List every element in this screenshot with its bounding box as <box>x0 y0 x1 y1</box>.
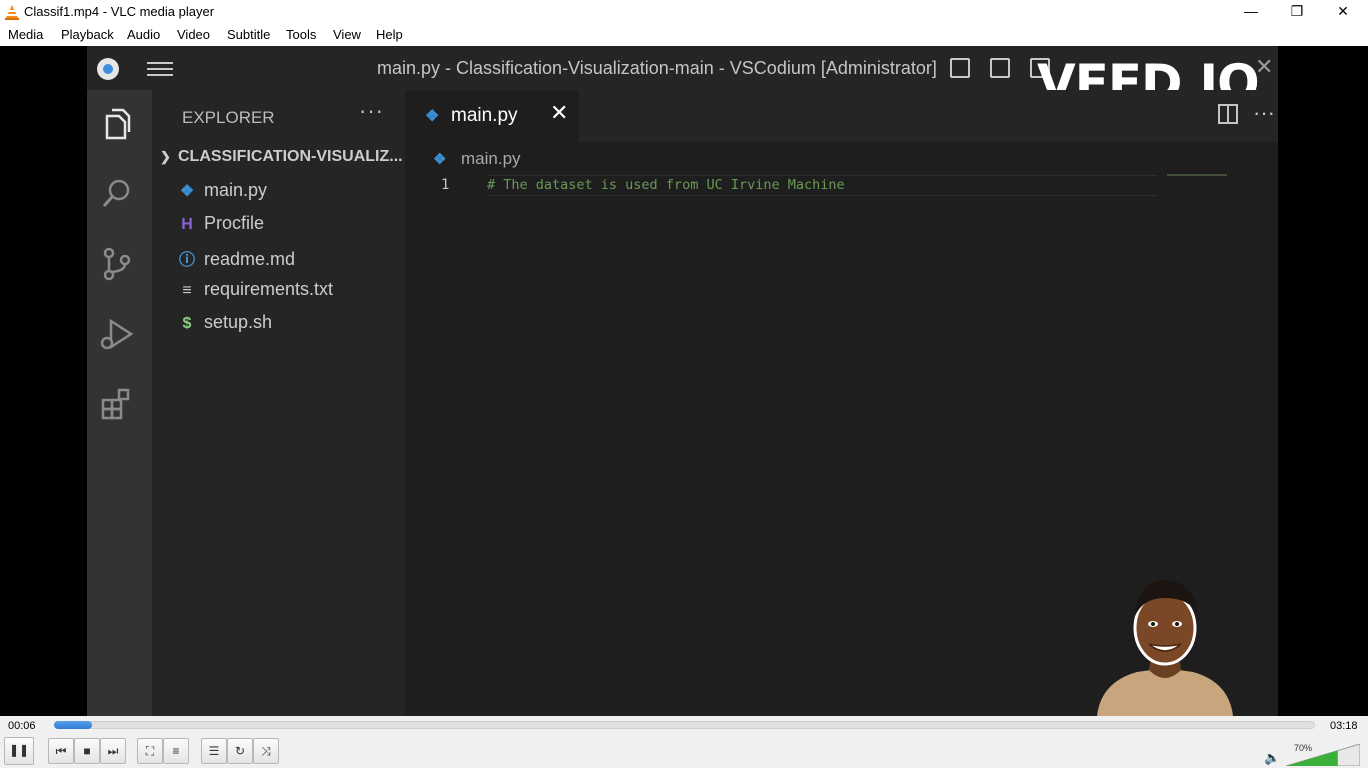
vscode-window-title: main.py - Classification-Visualization-m… <box>377 58 937 78</box>
previous-button[interactable]: ⏮ <box>48 738 74 764</box>
stop-button[interactable]: ■ <box>74 738 100 764</box>
restore-button[interactable]: ❐ <box>1274 0 1320 24</box>
file-name: setup.sh <box>204 312 273 332</box>
seek-bar[interactable] <box>54 721 1315 729</box>
explorer-more-icon: ··· <box>359 98 384 123</box>
video-frame-vscodium: main.py - Classification-Visualization-m… <box>87 46 1278 716</box>
explorer-icon <box>105 108 131 140</box>
menu-help[interactable]: Help <box>376 27 403 42</box>
time-elapsed: 00:06 <box>8 720 36 732</box>
file-name: main.py <box>204 180 268 200</box>
close-button[interactable]: ✕ <box>1320 0 1366 24</box>
file-name: Procfile <box>204 213 265 233</box>
menu-playback[interactable]: Playback <box>61 27 114 42</box>
folder-name: CLASSIFICATION-VISUALIZ... <box>178 148 403 165</box>
seek-bar-progress <box>54 721 92 729</box>
python-icon: ❖ <box>433 151 447 168</box>
fullscreen-button[interactable]: ⛶ <box>137 738 163 764</box>
file-name: requirements.txt <box>204 279 334 299</box>
toggle-sidebar-icon <box>950 58 970 78</box>
time-total: 03:18 <box>1330 720 1358 732</box>
tab-main-py: ❖ main.py ✕ <box>405 90 579 142</box>
split-editor-icon <box>1218 104 1238 124</box>
menu-view[interactable]: View <box>333 27 361 42</box>
volume-percent: 70% <box>1294 743 1313 753</box>
menu-audio[interactable]: Audio <box>127 27 160 42</box>
editor-more-icon: ··· <box>1253 100 1275 125</box>
speaker-icon[interactable]: 🔈 <box>1264 750 1280 766</box>
info-icon: ⓘ <box>178 252 195 269</box>
code-line: # The dataset is used from UC Irvine Mac… <box>487 177 845 193</box>
python-icon: ❖ <box>179 183 195 200</box>
presenter-avatar <box>1097 580 1233 716</box>
minimize-button[interactable]: — <box>1228 0 1274 24</box>
extended-settings-button[interactable]: ≡ <box>163 738 189 764</box>
menu-tools[interactable]: Tools <box>286 27 316 42</box>
file-item: ⓘ readme.md <box>176 246 295 276</box>
explorer-title: EXPLORER <box>182 108 275 127</box>
source-control-icon <box>103 247 131 281</box>
close-icon: ✕ <box>550 100 569 125</box>
hamburger-menu-icon <box>147 60 175 78</box>
heroku-icon: H <box>181 216 193 233</box>
activity-bar <box>87 90 152 716</box>
file-item: H Procfile <box>176 213 264 243</box>
run-debug-icon <box>100 318 134 350</box>
menu-media[interactable]: Media <box>8 27 43 42</box>
playlist-button[interactable]: ☰ <box>201 738 227 764</box>
vlc-cone-icon <box>5 5 19 20</box>
shuffle-button[interactable]: ⤨ <box>253 738 279 764</box>
lines-icon: ≡ <box>182 282 192 299</box>
pause-button[interactable]: ❚❚ <box>4 737 34 765</box>
tab-label: main.py <box>451 105 518 126</box>
menu-subtitle[interactable]: Subtitle <box>227 27 270 42</box>
toggle-panel-icon <box>990 58 1010 78</box>
dollar-icon: $ <box>182 315 192 332</box>
explorer-sidebar: EXPLORER ··· ❯ CLASSIFICATION-VISUALIZ...… <box>152 90 405 716</box>
line-number: 1 <box>441 177 450 193</box>
vscodium-logo-icon <box>97 58 119 80</box>
file-name: readme.md <box>204 249 296 269</box>
next-button[interactable]: ⏭ <box>100 738 126 764</box>
minimap <box>1167 174 1227 176</box>
menu-video[interactable]: Video <box>177 27 210 42</box>
file-item: ≡ requirements.txt <box>176 279 333 309</box>
file-item: $ setup.sh <box>176 312 273 342</box>
python-icon: ❖ <box>425 108 440 125</box>
extensions-icon <box>101 388 130 420</box>
loop-button[interactable]: ↻ <box>227 738 253 764</box>
breadcrumb: main.py <box>461 149 521 168</box>
chevron-down-icon: ❯ <box>160 149 171 164</box>
window-title: Classif1.mp4 - VLC media player <box>24 4 215 19</box>
search-icon <box>102 179 130 207</box>
folder-row: ❯ CLASSIFICATION-VISUALIZ... <box>160 148 403 166</box>
editor-tab-bar: ❖ main.py ✕ ··· <box>405 90 1278 142</box>
file-item: ❖ main.py <box>176 180 267 210</box>
